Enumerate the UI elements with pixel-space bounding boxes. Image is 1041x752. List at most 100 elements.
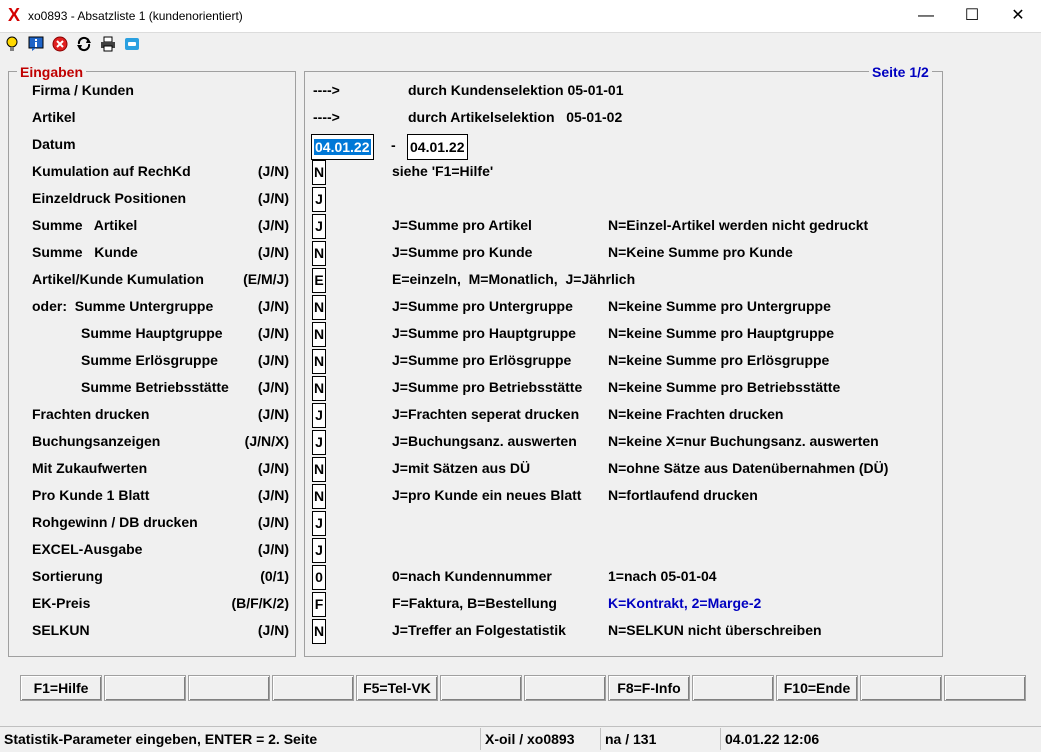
label-selkun: SELKUN	[32, 622, 90, 638]
status-count: na / 131	[600, 728, 715, 750]
desc2-ek-preis: K=Kontrakt, 2=Marge-2	[608, 595, 762, 611]
cancel-icon[interactable]	[51, 36, 69, 54]
desc-summe-betriebsstaette: J=Summe pro Betriebsstätte	[392, 379, 583, 395]
opts-summe-kunde: (J/N)	[257, 244, 289, 260]
label-firma-kunden: Firma / Kunden	[32, 82, 134, 98]
opts-einzeldruck: (J/N)	[257, 190, 289, 206]
label-summe-untergruppe: oder: Summe Untergruppe	[32, 298, 214, 314]
link-kundenselektion[interactable]: durch Kundenselektion 05-01-01	[408, 82, 624, 98]
label-summe-hauptgruppe: Summe Hauptgruppe	[81, 325, 223, 341]
field-summe-betriebsstaette[interactable]: N	[312, 376, 326, 401]
minimize-button[interactable]: —	[903, 0, 949, 32]
desc-summe-artikel: J=Summe pro Artikel	[392, 217, 532, 233]
label-rohgewinn: Rohgewinn / DB drucken	[32, 514, 198, 530]
field-buchungsanzeigen[interactable]: J	[312, 430, 326, 455]
date-from-value: 04.01.22	[314, 139, 371, 155]
fkey-f4[interactable]	[272, 675, 354, 701]
desc-pro-kunde-blatt: J=pro Kunde ein neues Blatt	[392, 487, 582, 503]
field-summe-erloesgruppe[interactable]: N	[312, 349, 326, 374]
opts-buchungsanzeigen: (J/N/X)	[244, 433, 289, 449]
lightbulb-icon[interactable]	[3, 36, 21, 54]
opts-kumulation-rechkd: (J/N)	[257, 163, 289, 179]
label-datum: Datum	[32, 136, 76, 152]
desc-buchungsanzeigen: J=Buchungsanz. auswerten	[392, 433, 577, 449]
desc2-pro-kunde-blatt: N=fortlaufend drucken	[608, 487, 758, 503]
label-summe-erloesgruppe: Summe Erlösgruppe	[81, 352, 218, 368]
field-excel-ausgabe[interactable]: J	[312, 538, 326, 563]
field-zukaufwerten[interactable]: N	[312, 457, 326, 482]
field-selkun[interactable]: N	[312, 619, 326, 644]
desc-selkun: J=Treffer an Folgestatistik	[392, 622, 566, 638]
desc2-selkun: N=SELKUN nicht überschreiben	[608, 622, 822, 638]
opts-sortierung: (0/1)	[260, 568, 289, 584]
desc2-buchungsanzeigen: N=keine X=nur Buchungsanz. auswerten	[608, 433, 879, 449]
desc2-summe-untergruppe: N=keine Summe pro Untergruppe	[608, 298, 831, 314]
refresh-icon[interactable]	[75, 36, 93, 54]
opts-artikel-kunde-kumulation: (E/M/J)	[243, 271, 289, 287]
fkey-f12[interactable]	[944, 675, 1026, 701]
date-separator: -	[391, 137, 396, 153]
desc-sortierung: 0=nach Kundennummer	[392, 568, 552, 584]
field-kumulation-rechkd[interactable]: N	[312, 160, 326, 185]
printer-icon[interactable]	[99, 36, 117, 54]
status-system: X-oil / xo0893	[480, 728, 595, 750]
label-excel-ausgabe: EXCEL-Ausgabe	[32, 541, 143, 557]
field-rohgewinn[interactable]: J	[312, 511, 326, 536]
field-frachten-drucken[interactable]: J	[312, 403, 326, 428]
desc-ek-preis: F=Faktura, B=Bestellung	[392, 595, 557, 611]
arrow-kundenselektion: ---->	[313, 82, 340, 98]
desc-summe-untergruppe: J=Summe pro Untergruppe	[392, 298, 573, 314]
label-pro-kunde-blatt: Pro Kunde 1 Blatt	[32, 487, 150, 503]
desc2-frachten-drucken: N=keine Frachten drucken	[608, 406, 784, 422]
field-summe-artikel[interactable]: J	[312, 214, 326, 239]
fkey-f10-ende[interactable]: F10=Ende	[776, 675, 858, 701]
info-icon[interactable]	[27, 36, 45, 54]
field-summe-kunde[interactable]: N	[312, 241, 326, 266]
close-button[interactable]: ✕	[995, 0, 1041, 32]
fkey-f2[interactable]	[104, 675, 186, 701]
opts-ek-preis: (B/F/K/2)	[231, 595, 289, 611]
field-einzeldruck[interactable]: J	[312, 187, 326, 212]
window-title: xo0893 - Absatzliste 1 (kundenorientiert…	[28, 9, 243, 23]
opts-zukaufwerten: (J/N)	[257, 460, 289, 476]
fkey-f1-hilfe[interactable]: F1=Hilfe	[20, 675, 102, 701]
field-ek-preis[interactable]: F	[312, 592, 326, 617]
desc-frachten-drucken: J=Frachten seperat drucken	[392, 406, 580, 422]
field-summe-hauptgruppe[interactable]: N	[312, 322, 326, 347]
opts-excel-ausgabe: (J/N)	[257, 541, 289, 557]
app-logo-icon: X	[8, 5, 21, 25]
desc2-summe-erloesgruppe: N=keine Summe pro Erlösgruppe	[608, 352, 830, 368]
opts-selkun: (J/N)	[257, 622, 289, 638]
toolbar	[0, 33, 1041, 59]
status-message: Statistik-Parameter eingeben, ENTER = 2.…	[4, 731, 318, 747]
maximize-button[interactable]: ☐	[949, 0, 995, 32]
date-from-field[interactable]: 04.01.22	[311, 134, 374, 160]
desc-zukaufwerten: J=mit Sätzen aus DÜ	[392, 460, 531, 476]
link-artikelselektion[interactable]: durch Artikelselektion 05-01-02	[408, 109, 622, 125]
opts-frachten-drucken: (J/N)	[257, 406, 289, 422]
field-summe-untergruppe[interactable]: N	[312, 295, 326, 320]
date-to-field[interactable]: 04.01.22	[407, 134, 468, 160]
label-buchungsanzeigen: Buchungsanzeigen	[32, 433, 161, 449]
fkey-f6[interactable]	[440, 675, 522, 701]
fkey-f11[interactable]	[860, 675, 942, 701]
fkey-f9[interactable]	[692, 675, 774, 701]
fkey-f7[interactable]	[524, 675, 606, 701]
field-sortierung[interactable]: 0	[312, 565, 326, 590]
opts-summe-erloesgruppe: (J/N)	[257, 352, 289, 368]
chat-icon[interactable]	[123, 36, 141, 54]
desc-kumulation-rechkd: siehe 'F1=Hilfe'	[392, 163, 494, 179]
label-sortierung: Sortierung	[32, 568, 103, 584]
desc2-summe-betriebsstaette: N=keine Summe pro Betriebsstätte	[608, 379, 841, 395]
desc2-sortierung: 1=nach 05-01-04	[608, 568, 717, 584]
field-artikel-kunde-kumulation[interactable]: E	[312, 268, 326, 293]
label-frachten-drucken: Frachten drucken	[32, 406, 150, 422]
fkey-f5-tel-vk[interactable]: F5=Tel-VK	[356, 675, 438, 701]
label-artikel: Artikel	[32, 109, 76, 125]
field-pro-kunde-blatt[interactable]: N	[312, 484, 326, 509]
title-bar: X xo0893 - Absatzliste 1 (kundenorientie…	[0, 0, 1041, 33]
label-kumulation-rechkd: Kumulation auf RechKd	[32, 163, 191, 179]
fkey-f8-f-info[interactable]: F8=F-Info	[608, 675, 690, 701]
opts-summe-artikel: (J/N)	[257, 217, 289, 233]
fkey-f3[interactable]	[188, 675, 270, 701]
